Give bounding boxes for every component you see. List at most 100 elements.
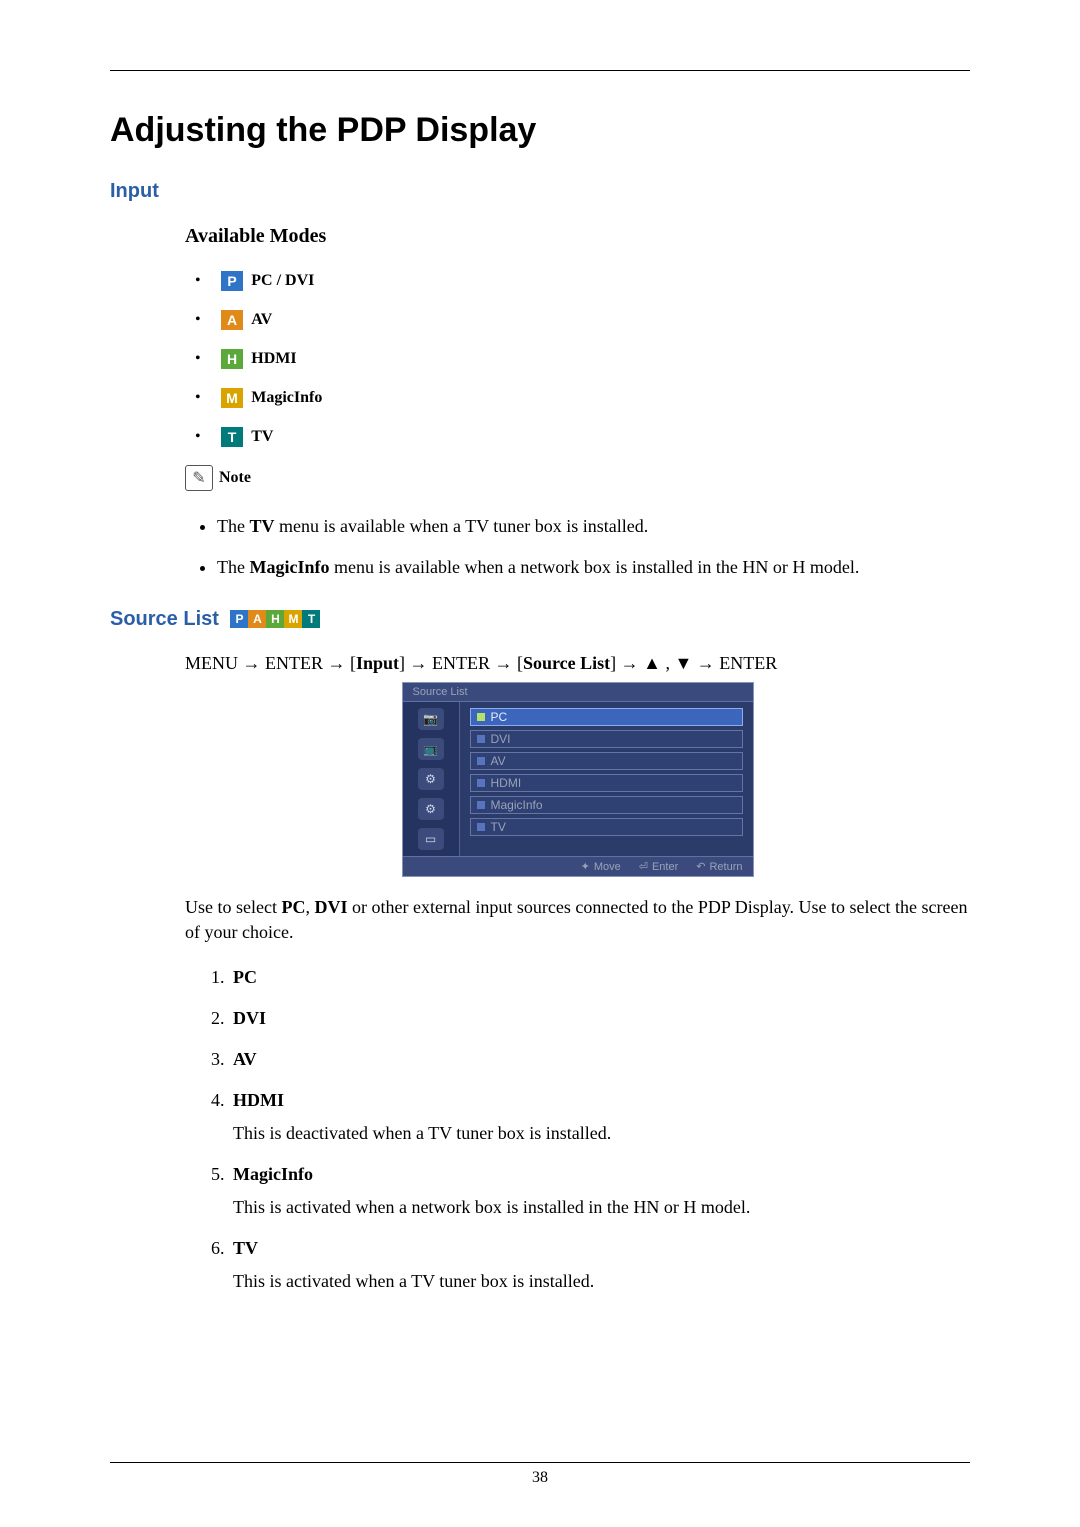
page-title: Adjusting the PDP Display (110, 111, 970, 150)
note-text: The (217, 516, 249, 536)
osd-item-tv: TV (470, 818, 743, 836)
mode-chip-t-icon: T (221, 427, 243, 447)
menu-path: MENU → ENTER → [Input] → ENTER → [Source… (185, 653, 970, 674)
enter-icon: ⏎ (639, 860, 648, 873)
osd-flag-icon (477, 735, 485, 743)
osd-side-icon: ⚙ (418, 798, 444, 820)
mode-chip-p-icon: P (221, 271, 243, 291)
osd-footer: ✦ Move ⏎ Enter ↶ Return (403, 856, 753, 876)
strip-chip-h-icon: H (266, 610, 284, 628)
mode-item-av: A AV (185, 309, 970, 330)
osd-item-dvi: DVI (470, 730, 743, 748)
mode-label: AV (251, 311, 272, 328)
option-name: MagicInfo (233, 1164, 313, 1184)
source-list-block: MENU → ENTER → [Input] → ENTER → [Source… (185, 653, 970, 1292)
top-rule (110, 70, 970, 71)
osd-flag-icon (477, 779, 485, 787)
source-option-magicinfo: MagicInfo This is activated when a netwo… (229, 1164, 970, 1218)
option-name: DVI (233, 1008, 266, 1028)
osd-side-icon: ⚙ (418, 768, 444, 790)
note-item-magicinfo: The MagicInfo menu is available when a n… (217, 554, 970, 580)
option-desc: This is activated when a network box is … (233, 1197, 970, 1218)
osd-footer-label: Move (594, 861, 621, 873)
note-pencil-icon: ✎ (185, 465, 213, 491)
mode-strip-icon: P A H M T (230, 610, 320, 628)
strip-chip-a-icon: A (248, 610, 266, 628)
mode-label: TV (251, 428, 273, 445)
mode-label: PC / DVI (251, 272, 314, 289)
mode-item-pc-dvi: P PC / DVI (185, 270, 970, 291)
osd-footer-enter: ⏎ Enter (639, 860, 679, 873)
note-bold: MagicInfo (249, 557, 329, 577)
osd-flag-icon (477, 801, 485, 809)
osd-item-label: MagicInfo (491, 798, 543, 812)
path-bold: Input (356, 653, 399, 673)
desc-bold: DVI (314, 897, 347, 917)
page-footer: 38 (110, 1462, 970, 1487)
footer-rule (110, 1462, 970, 1463)
mode-label: HDMI (251, 350, 296, 367)
source-option-dvi: DVI (229, 1008, 970, 1029)
move-icon: ✦ (581, 860, 590, 873)
desc-bold: PC (281, 897, 305, 917)
section-source-list-heading: Source List P A H M T (110, 608, 970, 631)
mode-chip-m-icon: M (221, 388, 243, 408)
available-modes-list: P PC / DVI A AV H HDMI M MagicInfo T TV (185, 270, 970, 447)
note-item-tv: The TV menu is available when a TV tuner… (217, 513, 970, 539)
osd-footer-move: ✦ Move (581, 860, 621, 873)
option-name: AV (233, 1049, 257, 1069)
source-option-hdmi: HDMI This is deactivated when a TV tuner… (229, 1090, 970, 1144)
document-page: Adjusting the PDP Display Input Availabl… (0, 0, 1080, 1527)
source-option-pc: PC (229, 967, 970, 988)
osd-flag-icon (477, 713, 485, 721)
option-name: HDMI (233, 1090, 284, 1110)
mode-item-tv: T TV (185, 426, 970, 447)
osd-item-label: AV (491, 754, 506, 768)
path-bold: Source List (523, 653, 610, 673)
strip-chip-m-icon: M (284, 610, 302, 628)
desc-text: Use to select (185, 897, 281, 917)
path-text: ] → ENTER → [ (399, 653, 523, 673)
mode-chip-a-icon: A (221, 310, 243, 330)
note-text: The (217, 557, 249, 577)
source-options-list: PC DVI AV HDMI This is deactivated when … (185, 967, 970, 1292)
option-desc: This is deactivated when a TV tuner box … (233, 1123, 970, 1144)
option-desc: This is activated when a TV tuner box is… (233, 1271, 970, 1292)
osd-side-icon: 📺 (418, 738, 444, 760)
note-label: Note (219, 469, 251, 487)
osd-screenshot: Source List 📷 📺 ⚙ ⚙ ▭ PC DVI AV HDMI Mag… (402, 682, 754, 877)
source-option-tv: TV This is activated when a TV tuner box… (229, 1238, 970, 1292)
osd-footer-return: ↶ Return (696, 860, 742, 873)
mode-chip-h-icon: H (221, 349, 243, 369)
note-text: menu is available when a network box is … (329, 557, 859, 577)
return-icon: ↶ (696, 860, 705, 873)
note-text: menu is available when a TV tuner box is… (275, 516, 649, 536)
osd-footer-label: Enter (652, 861, 678, 873)
source-option-av: AV (229, 1049, 970, 1070)
strip-chip-p-icon: P (230, 610, 248, 628)
available-modes-block: Available Modes P PC / DVI A AV H HDMI M… (185, 225, 970, 580)
osd-item-label: DVI (491, 732, 511, 746)
osd-side-icon: ▭ (418, 828, 444, 850)
osd-item-pc: PC (470, 708, 743, 726)
note-row: ✎ Note (185, 465, 970, 491)
note-items-list: The TV menu is available when a TV tuner… (185, 513, 970, 579)
path-text: ] → ▲ , ▼ → ENTER (610, 653, 777, 673)
osd-title: Source List (403, 683, 753, 702)
osd-item-av: AV (470, 752, 743, 770)
osd-footer-label: Return (709, 861, 742, 873)
page-number: 38 (110, 1469, 970, 1487)
mode-item-hdmi: H HDMI (185, 348, 970, 369)
osd-item-label: PC (491, 710, 508, 724)
osd-item-magicinfo: MagicInfo (470, 796, 743, 814)
osd-item-label: TV (491, 820, 506, 834)
osd-item-hdmi: HDMI (470, 774, 743, 792)
option-name: PC (233, 967, 257, 987)
source-list-description: Use to select PC, DVI or other external … (185, 895, 970, 945)
available-modes-heading: Available Modes (185, 225, 970, 248)
source-list-heading-text: Source List (110, 608, 219, 630)
osd-body: 📷 📺 ⚙ ⚙ ▭ PC DVI AV HDMI MagicInfo TV (403, 702, 753, 856)
option-name: TV (233, 1238, 258, 1258)
strip-chip-t-icon: T (302, 610, 320, 628)
osd-flag-icon (477, 823, 485, 831)
